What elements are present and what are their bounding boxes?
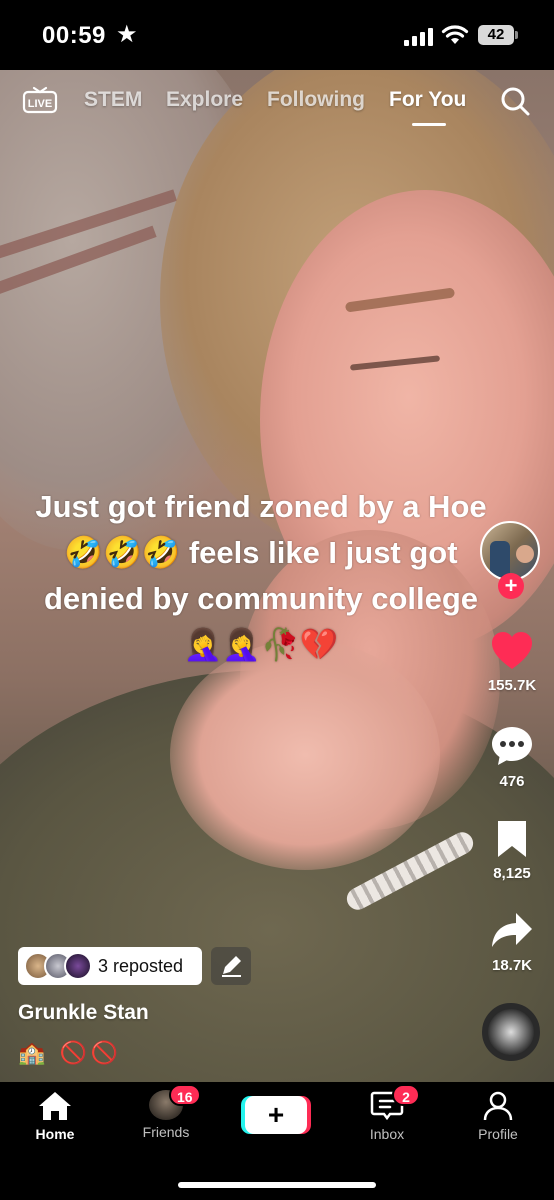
edit-button[interactable] bbox=[211, 947, 251, 985]
friends-badge: 16 bbox=[169, 1084, 201, 1106]
profile-icon bbox=[483, 1091, 513, 1121]
nav-profile[interactable]: Profile bbox=[453, 1090, 543, 1142]
plus-icon: + bbox=[267, 1099, 285, 1130]
nav-inbox-label: Inbox bbox=[369, 1126, 405, 1142]
video-hand bbox=[170, 640, 440, 870]
nav-inbox[interactable]: 2 Inbox bbox=[342, 1084, 432, 1142]
video-caption-overlay: Just got friend zoned by a Hoe 🤣🤣🤣 feels… bbox=[35, 489, 487, 662]
nav-home-label: Home bbox=[35, 1126, 75, 1142]
avatar-figure bbox=[490, 541, 510, 577]
comment-count: 476 bbox=[499, 773, 525, 790]
like-button[interactable]: 155.7K bbox=[470, 631, 554, 694]
status-time: 00:59 bbox=[42, 22, 106, 49]
inbox-badge: 2 bbox=[392, 1084, 420, 1106]
bottom-nav: Home 16 Friends + 2 Inbox Profile bbox=[0, 1082, 554, 1200]
top-nav: LIVE STEM Explore Following For You bbox=[0, 78, 554, 128]
live-label: LIVE bbox=[28, 98, 52, 110]
share-button[interactable]: 18.7K bbox=[470, 911, 554, 974]
sound-disc[interactable] bbox=[482, 1003, 540, 1061]
creator-avatar[interactable] bbox=[480, 521, 540, 581]
author-name[interactable]: Grunkle Stan bbox=[18, 1001, 149, 1025]
comment-button[interactable]: 476 bbox=[470, 725, 554, 790]
comment-icon bbox=[492, 727, 532, 765]
share-icon bbox=[492, 913, 532, 947]
live-icon[interactable]: LIVE bbox=[22, 84, 58, 114]
avatar-figure bbox=[516, 545, 534, 563]
repost-avatar bbox=[64, 952, 92, 980]
repost-text: 3 reposted bbox=[98, 956, 184, 976]
like-count: 155.7K bbox=[487, 677, 537, 694]
nav-home[interactable]: Home bbox=[10, 1090, 100, 1142]
tab-explore[interactable]: Explore bbox=[166, 88, 243, 112]
pencil-icon bbox=[222, 956, 241, 977]
status-bar: 00:59 ★ 42 bbox=[0, 0, 554, 70]
save-button[interactable]: 8,125 bbox=[470, 819, 554, 882]
wifi-icon bbox=[441, 25, 469, 44]
follow-button[interactable]: + bbox=[498, 573, 524, 599]
battery-icon: 42 bbox=[478, 25, 518, 45]
nav-friends[interactable]: 16 Friends bbox=[121, 1084, 211, 1140]
nav-profile-label: Profile bbox=[478, 1126, 518, 1142]
save-count: 8,125 bbox=[493, 865, 531, 882]
repost-pill[interactable]: 3 reposted bbox=[18, 947, 202, 985]
share-count: 18.7K bbox=[491, 957, 533, 974]
post-description: 🏫 🚫🚫 bbox=[18, 1040, 123, 1065]
bookmark-icon bbox=[498, 821, 526, 857]
search-icon[interactable] bbox=[499, 85, 531, 117]
heart-icon bbox=[492, 632, 532, 669]
home-icon bbox=[39, 1092, 71, 1120]
tab-following[interactable]: Following bbox=[267, 88, 365, 112]
create-button[interactable]: + bbox=[245, 1096, 307, 1134]
active-tab-indicator bbox=[412, 123, 446, 126]
signal-icon bbox=[404, 28, 434, 46]
tab-for-you[interactable]: For You bbox=[389, 88, 466, 112]
star-icon: ★ bbox=[116, 21, 138, 48]
nav-friends-label: Friends bbox=[142, 1124, 190, 1140]
tab-stem[interactable]: STEM bbox=[84, 88, 142, 112]
home-indicator bbox=[178, 1182, 376, 1188]
